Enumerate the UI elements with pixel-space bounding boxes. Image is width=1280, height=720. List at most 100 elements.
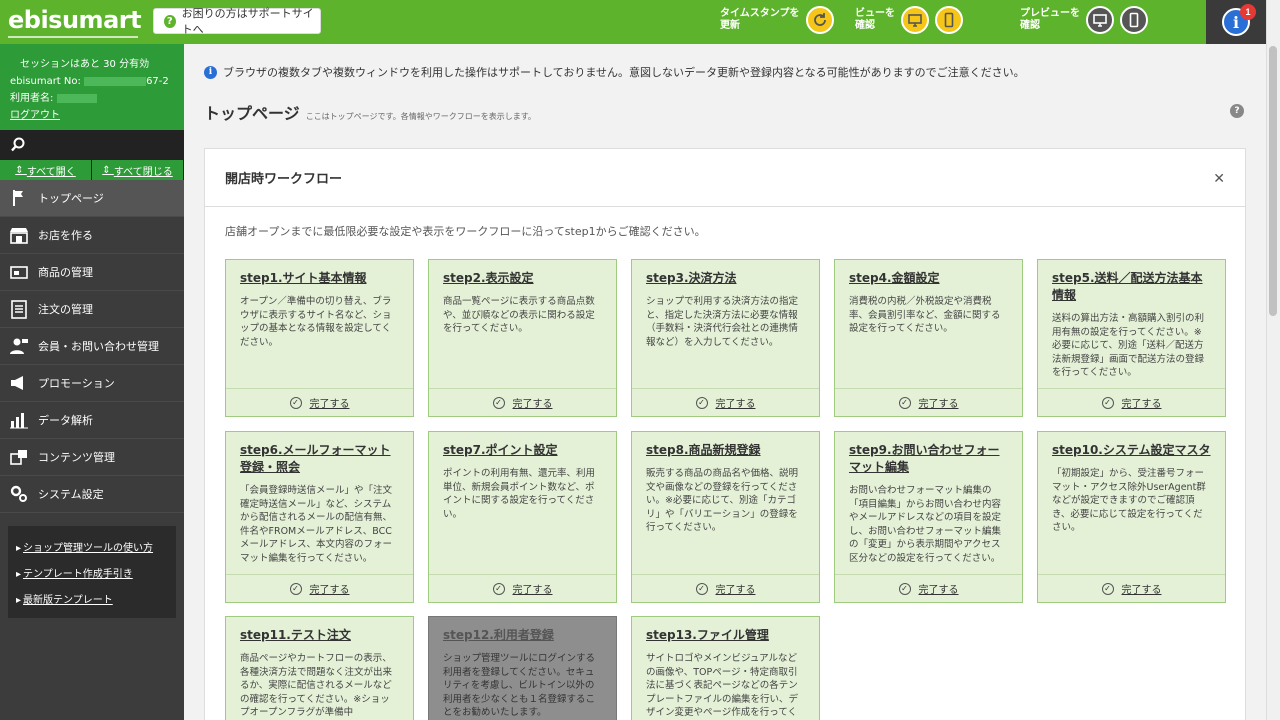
step-description: 「初期設定」から、受注番号フォーマット・アクセス除外UserAgent群などが設…	[1052, 468, 1206, 533]
step-title-link[interactable]: step6.メールフォーマット登録・照会	[226, 432, 413, 476]
info-button[interactable]: i 1	[1222, 4, 1256, 36]
complete-button[interactable]: ✓ 完了する	[1038, 574, 1225, 602]
content-icon	[8, 446, 30, 468]
complete-label: 完了する	[918, 399, 959, 410]
close-all-button[interactable]: ⇕ すべて閉じる	[92, 160, 184, 180]
help-icon[interactable]: ?	[1230, 104, 1244, 118]
step-title-link[interactable]: step1.サイト基本情報	[226, 260, 413, 287]
complete-button[interactable]: ✓ 完了する	[1038, 388, 1225, 416]
info-area: i 1	[1206, 0, 1266, 44]
sidebar-item-members[interactable]: 会員・お問い合わせ管理	[0, 328, 184, 365]
ebisumart-logo[interactable]: ebisumart	[8, 6, 142, 34]
logout-link[interactable]: ログアウト	[10, 110, 60, 121]
check-circle-icon: ✓	[492, 396, 505, 409]
opening-workflow-panel: 開店時ワークフロー ✕ 店舗オープンまでに最低限必要な設定や表示をワークフローに…	[204, 148, 1246, 720]
refresh-timestamp-button[interactable]	[805, 6, 834, 34]
expand-collapse-row: ⇕ すべて開く ⇕ すべて閉じる	[0, 160, 184, 180]
store-number: ebisumart No: 67-2	[10, 76, 169, 87]
complete-button[interactable]: ✓ 完了する	[632, 388, 819, 416]
monitor-icon	[1093, 14, 1107, 27]
gear-icon	[8, 483, 30, 505]
complete-label: 完了する	[918, 585, 959, 596]
page-scrollbar[interactable]	[1266, 0, 1280, 720]
step-title-link[interactable]: step8.商品新規登録	[632, 432, 819, 459]
panel-title: 開店時ワークフロー	[225, 172, 343, 187]
step-title-link[interactable]: step12.利用者登録	[429, 617, 616, 644]
step-description: お問い合わせフォーマット編集の「項目編集」からお問い合わせ内容やメールアドレスな…	[849, 485, 1002, 564]
sidebar-item-top-page[interactable]: トップページ	[0, 180, 184, 217]
check-circle-icon: ✓	[492, 582, 505, 595]
sidebar-search[interactable]	[0, 130, 184, 160]
bar-chart-icon	[8, 409, 30, 431]
sidebar-item-products[interactable]: 商品の管理	[0, 254, 184, 291]
info-icon: i	[1232, 12, 1240, 32]
store-icon	[8, 224, 30, 246]
support-site-button[interactable]: ? お困りの方はサポートサイトへ	[153, 7, 321, 36]
complete-button[interactable]: ✓ 完了する	[429, 574, 616, 602]
scrollbar-thumb[interactable]	[1269, 46, 1277, 316]
step-title-link[interactable]: step2.表示設定	[429, 260, 616, 287]
complete-label: 完了する	[715, 585, 756, 596]
top-header: ebisumart ? お困りの方はサポートサイトへ タイムスタンプを 更新 ビュ…	[0, 0, 1280, 44]
check-circle-icon: ✓	[695, 582, 708, 595]
complete-label: 完了する	[715, 399, 756, 410]
open-all-button[interactable]: ⇕ すべて開く	[0, 160, 92, 180]
check-circle-icon: ✓	[289, 582, 302, 595]
sidebar-item-system[interactable]: システム設定	[0, 476, 184, 513]
page-title: トップページ ここはトップページです。各情報やワークフローを表示します。	[204, 104, 536, 123]
link-how-to-use[interactable]: ショップ管理ツールの使い方	[16, 536, 168, 562]
check-circle-icon: ✓	[695, 396, 708, 409]
complete-button[interactable]: ✓ 完了する	[226, 574, 413, 602]
complete-button[interactable]: ✓ 完了する	[226, 388, 413, 416]
sidebar-item-build-store[interactable]: お店を作る	[0, 217, 184, 254]
smartphone-icon	[1129, 12, 1139, 28]
sidebar-item-contents[interactable]: コンテンツ管理	[0, 439, 184, 476]
step-card: step11.テスト注文商品ページやカートフローの表示、各種決済方法で問題なく注…	[225, 616, 414, 720]
step-title-link[interactable]: step3.決済方法	[632, 260, 819, 287]
complete-button[interactable]: ✓ 完了する	[835, 574, 1022, 602]
step-title-link[interactable]: step4.金額設定	[835, 260, 1022, 287]
timestamp-group: タイムスタンプを 更新	[720, 6, 840, 34]
sidebar-item-orders[interactable]: 注文の管理	[0, 291, 184, 328]
refresh-icon	[813, 13, 826, 26]
complete-label: 完了する	[309, 399, 350, 410]
notification-badge: 1	[1240, 4, 1256, 20]
view-label: ビューを 確認	[855, 8, 895, 31]
complete-button[interactable]: ✓ 完了する	[429, 388, 616, 416]
step-title-link[interactable]: step10.システム設定マスタ	[1038, 432, 1225, 459]
step-title-link[interactable]: step9.お問い合わせフォーマット編集	[835, 432, 1022, 476]
complete-button[interactable]: ✓ 完了する	[632, 574, 819, 602]
complete-button[interactable]: ✓ 完了する	[835, 388, 1022, 416]
view-mobile-button[interactable]	[935, 6, 963, 34]
step-card: step12.利用者登録 ショップ管理ツールにログインする利用者を登録してください…	[428, 616, 617, 720]
preview-mobile-button[interactable]	[1120, 6, 1148, 34]
link-latest-template[interactable]: 最新版テンプレート	[16, 588, 168, 614]
sidebar: セッションはあと 30 分有効 ebisumart No: 67-2 利用者名:…	[0, 44, 184, 720]
complete-label: 完了する	[309, 585, 350, 596]
step-description: 販売する商品の商品名や価格、説明文や画像などの登録を行ってください。※必要に応じ…	[646, 468, 799, 533]
search-icon	[11, 137, 25, 152]
step-card: step6.メールフォーマット登録・照会 「会員登録時送信メール」や「注文確定時送…	[225, 431, 414, 603]
sidebar-item-analytics[interactable]: データ解析	[0, 402, 184, 439]
step-title-link[interactable]: step13.ファイル管理	[632, 617, 819, 644]
step-title-link[interactable]: step7.ポイント設定	[429, 432, 616, 459]
smartphone-icon	[944, 12, 954, 28]
step-card: step5.送料／配送方法基本情報 送料の算出方法・高額購入割引の利用有無の設定を…	[1037, 259, 1226, 417]
check-circle-icon: ✓	[1101, 582, 1114, 595]
step-title-link[interactable]: step5.送料／配送方法基本情報	[1038, 260, 1225, 304]
complete-label: 完了する	[1121, 585, 1162, 596]
step-description: 商品一覧ページに表示する商品点数や、並び順などの表示に関わる設定を行ってください…	[443, 296, 595, 334]
step-card: step4.金額設定 消費税の内税／外税設定や消費税率、会員割引率など、金額に関す…	[834, 259, 1023, 417]
clipboard-icon	[8, 298, 30, 320]
sidebar-item-promotion[interactable]: プロモーション	[0, 365, 184, 402]
workflow-intro: 店舗オープンまでに最低限必要な設定や表示をワークフローに沿ってstep1からご確…	[225, 225, 706, 238]
view-pc-button[interactable]	[901, 6, 929, 34]
link-template-guide[interactable]: テンプレート作成手引き	[16, 562, 168, 588]
main-content: i ブラウザの複数タブや複数ウィンドウを利用した操作はサポートしておりません。意…	[184, 44, 1266, 720]
preview-pc-button[interactable]	[1086, 6, 1114, 34]
close-icon[interactable]: ✕	[1213, 171, 1225, 187]
session-remaining: セッションはあと 30 分有効	[20, 59, 150, 70]
step-title-link[interactable]: step11.テスト注文	[226, 617, 413, 644]
step-description: 商品ページやカートフローの表示、各種決済方法で問題なく注文が出来るか、実際に配信…	[240, 653, 393, 718]
user-name: 利用者名:	[10, 90, 174, 107]
